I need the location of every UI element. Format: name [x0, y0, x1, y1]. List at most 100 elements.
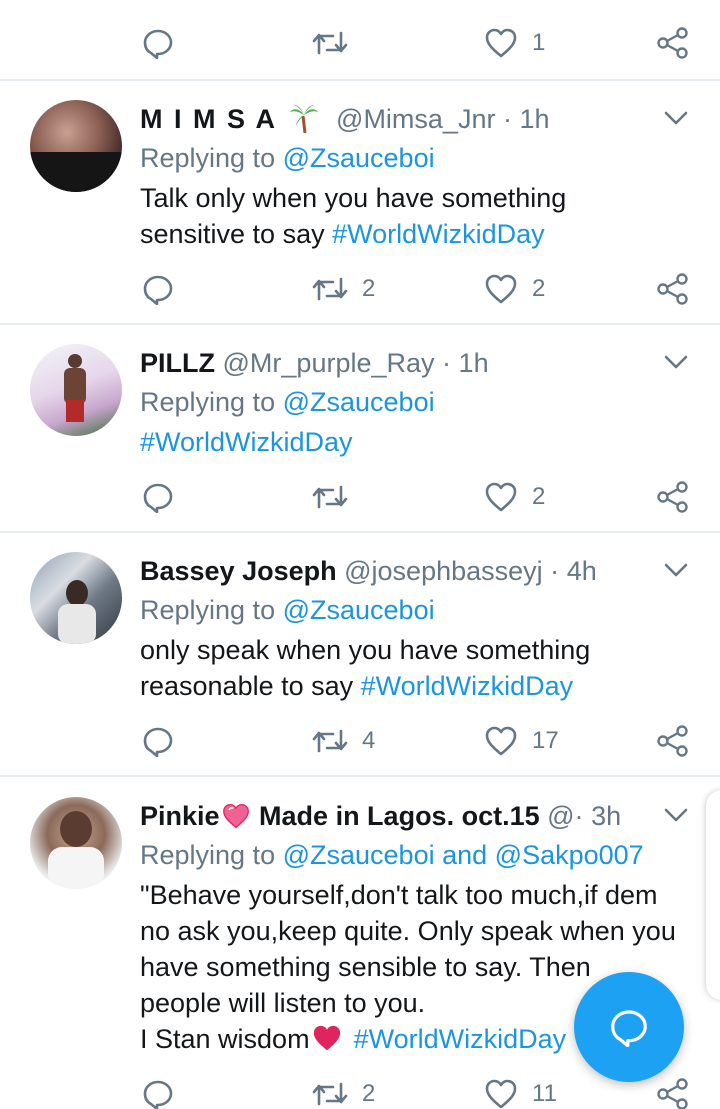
like-count: 1: [532, 29, 546, 56]
replying-and: and: [434, 840, 495, 870]
reply-icon: [143, 483, 173, 513]
retweet-icon: [312, 277, 348, 301]
chevron-down-icon[interactable]: [662, 805, 690, 825]
reply-button[interactable]: [142, 721, 174, 761]
retweet-count: 4: [362, 727, 376, 754]
user-handle: @Mimsa_Jnr: [336, 104, 496, 134]
tweet-header: PILLZ @Mr_purple_Ray · 1h: [140, 344, 690, 382]
like-button[interactable]: 17: [484, 721, 559, 761]
avatar[interactable]: [30, 100, 122, 192]
user-handle: @josephbasseyj: [344, 556, 543, 586]
tweet-pillz[interactable]: PILLZ @Mr_purple_Ray · 1h Replying to @Z…: [0, 344, 720, 530]
retweet-button[interactable]: 4: [312, 721, 375, 761]
tweet-text-line: reasonable to say: [140, 671, 361, 701]
replying-to: Replying to @Zsauceboi: [140, 384, 435, 420]
heart-icon: [485, 28, 517, 58]
hashtag-link[interactable]: #WorldWizkidDay: [361, 671, 574, 701]
retweet-button[interactable]: 2: [312, 1074, 375, 1109]
replying-label: Replying to: [140, 595, 276, 625]
avatar[interactable]: [30, 344, 122, 436]
retweet-count: 2: [362, 275, 376, 302]
tweet-text: #WorldWizkidDay: [140, 424, 353, 460]
avatar[interactable]: [30, 552, 122, 644]
chevron-down-icon[interactable]: [662, 352, 690, 372]
share-button[interactable]: [656, 1074, 690, 1109]
retweet-count: 2: [362, 1080, 376, 1107]
heart-icon: [485, 482, 517, 512]
replying-to: Replying to @Zsauceboi and @Sakpo007: [140, 837, 644, 873]
separator-dot: ·: [550, 556, 560, 586]
display-name[interactable]: M I M S A: [140, 104, 277, 134]
share-button[interactable]: [656, 23, 690, 63]
divider: [0, 323, 720, 325]
timestamp: 1h: [519, 104, 550, 134]
like-button[interactable]: 11: [484, 1074, 557, 1109]
chevron-down-icon[interactable]: [662, 108, 690, 128]
tweet-text: only speak when you have something reaso…: [140, 632, 590, 704]
like-count: 17: [532, 727, 559, 754]
mention-link[interactable]: @Zsauceboi: [283, 143, 435, 173]
retweet-button[interactable]: [312, 23, 348, 63]
tweet-header: M I M S A @Mimsa_Jnr · 1h: [140, 100, 690, 138]
previous-tweet-actions: 1: [0, 0, 720, 80]
replying-label: Replying to: [140, 387, 276, 417]
tweet-text: Talk only when you have something sensit…: [140, 180, 566, 252]
separator-dot: ·: [574, 801, 584, 831]
reply-icon: [611, 1010, 647, 1047]
tweet-text-line: Talk only when you have something: [140, 183, 567, 213]
share-icon: [657, 1078, 688, 1109]
share-icon: [657, 481, 688, 513]
divider: [0, 79, 720, 81]
display-name[interactable]: PILLZ: [140, 348, 215, 378]
tweet-text-line: only speak when you have something: [140, 635, 591, 665]
tweet-text-line: no ask you,keep quite. Only speak when y…: [140, 916, 676, 946]
tweet-header: Pinkie Made in Lagos. oct.15 @· 3h: [140, 797, 690, 835]
mention-link[interactable]: @Zsauceboi: [283, 840, 435, 870]
retweet-icon: [312, 31, 348, 55]
tweet-mimsa[interactable]: M I M S A @Mimsa_Jnr · 1h Replying to @Z…: [0, 100, 720, 322]
tweet-text-line: have something sensible to say. Then: [140, 952, 591, 982]
display-name[interactable]: Pinkie: [140, 801, 220, 831]
replying-to: Replying to @Zsauceboi: [140, 592, 435, 628]
tweet-text-line: sensitive to say: [140, 219, 333, 249]
mention-link[interactable]: @Zsauceboi: [283, 387, 435, 417]
reply-button[interactable]: [142, 477, 174, 517]
hashtag-link[interactable]: #WorldWizkidDay: [140, 427, 353, 457]
share-icon: [657, 273, 688, 305]
user-handle: @: [547, 801, 575, 831]
reply-icon: [143, 1080, 173, 1109]
heart-emoji-icon: [222, 803, 249, 829]
replying-to: Replying to @Zsauceboi: [140, 140, 435, 176]
compose-reply-button[interactable]: [574, 972, 684, 1082]
timestamp: 1h: [458, 348, 489, 378]
heart-icon: [485, 726, 517, 756]
share-button[interactable]: [656, 269, 690, 309]
tweet-text-line: "Behave yourself,don't talk too much,if …: [140, 880, 658, 910]
hashtag-link[interactable]: #WorldWizkidDay: [332, 219, 545, 249]
display-name-suffix: Made in Lagos. oct.15: [251, 801, 540, 831]
avatar[interactable]: [30, 797, 122, 889]
mention-link[interactable]: @Zsauceboi: [283, 595, 435, 625]
reply-button[interactable]: [142, 23, 174, 63]
heart-icon: [485, 1079, 517, 1109]
user-handle: @Mr_purple_Ray: [222, 348, 435, 378]
chevron-down-icon[interactable]: [662, 560, 690, 580]
tweet-bassey-joseph[interactable]: Bassey Joseph @josephbasseyj · 4h Replyi…: [0, 552, 720, 774]
retweet-button[interactable]: 2: [312, 269, 375, 309]
display-name[interactable]: Bassey Joseph: [140, 556, 337, 586]
retweet-button[interactable]: [312, 477, 348, 517]
hashtag-link[interactable]: #WorldWizkidDay: [354, 1024, 567, 1054]
reply-button[interactable]: [142, 269, 174, 309]
share-button[interactable]: [656, 477, 690, 517]
timestamp: 4h: [566, 556, 597, 586]
reply-icon: [143, 29, 173, 59]
like-count: 11: [532, 1080, 557, 1107]
timestamp: 3h: [591, 801, 622, 831]
reply-button[interactable]: [142, 1074, 174, 1109]
share-button[interactable]: [656, 721, 690, 761]
like-button[interactable]: 1: [484, 23, 545, 63]
like-button[interactable]: 2: [484, 477, 545, 517]
mention-link[interactable]: @Sakpo007: [495, 840, 644, 870]
like-button[interactable]: 2: [484, 269, 545, 309]
separator-dot: ·: [502, 104, 512, 134]
